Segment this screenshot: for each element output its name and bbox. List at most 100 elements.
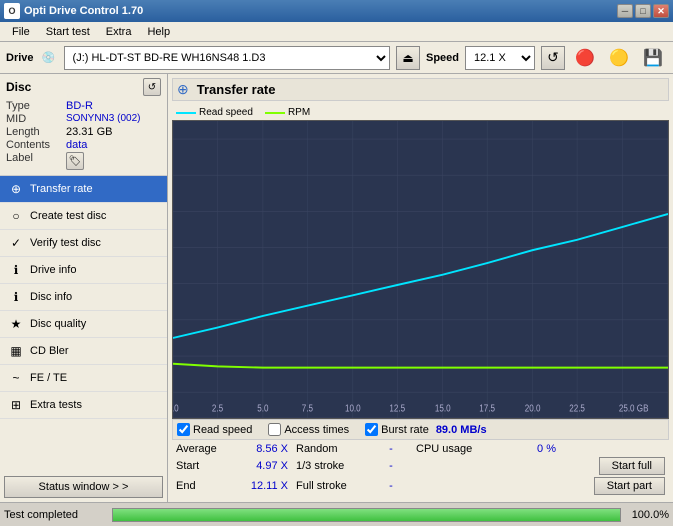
nav-item-drive-info[interactable]: ℹDrive info [0, 257, 167, 284]
nav-label-fe-te: FE / TE [30, 372, 67, 384]
progress-bar-fill [113, 509, 620, 521]
label-icon-button[interactable]: 🏷 [66, 152, 84, 170]
nav-icon-extra-tests: ⊞ [8, 397, 24, 413]
nav-icon-drive-info: ℹ [8, 262, 24, 278]
access-times-checkbox[interactable] [268, 423, 281, 436]
status-window-label: Status window > > [39, 481, 129, 493]
chart-area: ⊕ Transfer rate Read speed RPM [168, 74, 673, 502]
drive-label: Drive [6, 52, 34, 64]
nav-item-fe-te[interactable]: ~ FE / TE [0, 365, 167, 392]
speed-label: Speed [426, 52, 459, 64]
svg-text:25.0 GB: 25.0 GB [619, 403, 649, 414]
nav-icon-disc-info: ℹ [8, 289, 24, 305]
nav-icon-create-test-disc: ○ [8, 208, 24, 224]
chart-legend: Read speed RPM [172, 105, 669, 120]
chart-title: Transfer rate [197, 82, 276, 97]
save-button[interactable]: 💾 [639, 44, 667, 72]
end-label: End [176, 480, 236, 492]
avg-label: Average [176, 443, 236, 455]
mid-value: SONYNN3 (002) [66, 113, 140, 125]
cpu-value: 0 % [496, 443, 556, 455]
start-part-button[interactable]: Start part [594, 477, 665, 495]
chart-svg: 16 X 14 X 12 X 10 X 8 X 6 X 4 X 2 X 0.0 … [173, 121, 668, 418]
cpu-label: CPU usage [416, 443, 496, 455]
disc-section: Disc ↺ Type BD-R MID SONYNN3 (002) Lengt… [0, 74, 167, 176]
progress-pct: 100.0% [629, 509, 669, 521]
menu-file[interactable]: File [4, 24, 38, 40]
nav-item-transfer-rate[interactable]: ⊕Transfer rate [0, 176, 167, 203]
speed-select[interactable]: 12.1 X [465, 46, 535, 70]
maximize-button[interactable]: □ [635, 4, 651, 18]
random-value: - [366, 443, 416, 455]
drive-bar: Drive 💿 (J:) HL-DT-ST BD-RE WH16NS48 1.D… [0, 42, 673, 74]
disc-icon-btn1[interactable]: 🔴 [571, 44, 599, 72]
read-speed-checkbox[interactable] [177, 423, 190, 436]
svg-text:0.0: 0.0 [173, 403, 179, 414]
access-times-checkbox-label: Access times [284, 424, 349, 436]
window-controls: ─ □ ✕ [617, 4, 669, 18]
disc-refresh-button[interactable]: ↺ [143, 78, 161, 96]
nav-item-disc-quality[interactable]: ★Disc quality [0, 311, 167, 338]
app-title: Opti Drive Control 1.70 [24, 5, 617, 17]
contents-label: Contents [6, 139, 66, 151]
mid-label: MID [6, 113, 66, 125]
length-label: Length [6, 126, 66, 138]
burst-rate-checkbox[interactable] [365, 423, 378, 436]
nav-item-disc-info[interactable]: ℹ Disc info [0, 284, 167, 311]
nav-icon-fe-te: ~ [8, 370, 24, 386]
menu-start-test[interactable]: Start test [38, 24, 98, 40]
status-text: Test completed [4, 509, 104, 521]
drive-select[interactable]: (J:) HL-DT-ST BD-RE WH16NS48 1.D3 [64, 46, 390, 70]
nav-label-verify-test-disc: Verify test disc [30, 237, 101, 249]
menu-bar: File Start test Extra Help [0, 22, 673, 42]
start-label: Start [176, 460, 236, 472]
svg-text:17.5: 17.5 [479, 403, 495, 414]
chart-title-bar: ⊕ Transfer rate [172, 78, 669, 101]
nav-label-create-test-disc: Create test disc [30, 210, 106, 222]
burst-rate-label: Burst rate [381, 424, 429, 436]
nav-item-extra-tests[interactable]: ⊞ Extra tests [0, 392, 167, 419]
menu-extra[interactable]: Extra [98, 24, 140, 40]
sidebar: Disc ↺ Type BD-R MID SONYNN3 (002) Lengt… [0, 74, 168, 502]
nav-item-create-test-disc[interactable]: ○ Create test disc [0, 203, 167, 230]
access-times-checkbox-item[interactable]: Access times [268, 423, 349, 436]
legend-read-label: Read speed [199, 107, 253, 118]
type-value: BD-R [66, 100, 93, 112]
drive-icon: 💿 [40, 49, 58, 67]
avg-value: 8.56 X [236, 443, 296, 455]
random-label: Random [296, 443, 366, 455]
title-bar: O Opti Drive Control 1.70 ─ □ ✕ [0, 0, 673, 22]
close-button[interactable]: ✕ [653, 4, 669, 18]
length-value: 23.31 GB [66, 126, 112, 138]
nav-icon-transfer-rate: ⊕ [8, 181, 24, 197]
stats-area: Average 8.56 X Random - CPU usage 0 % St… [172, 440, 669, 498]
nav-label-disc-quality: Disc quality [30, 318, 86, 330]
legend-read-speed: Read speed [176, 107, 253, 118]
status-window-button[interactable]: Status window > > [4, 476, 163, 498]
chart-container: 16 X 14 X 12 X 10 X 8 X 6 X 4 X 2 X 0.0 … [172, 120, 669, 419]
start-value: 4.97 X [236, 460, 296, 472]
status-bar: Test completed 100.0% [0, 502, 673, 526]
start-full-button[interactable]: Start full [599, 457, 665, 475]
nav-label-extra-tests: Extra tests [30, 399, 82, 411]
minimize-button[interactable]: ─ [617, 4, 633, 18]
svg-text:10.0: 10.0 [345, 403, 361, 414]
read-speed-checkbox-item[interactable]: Read speed [177, 423, 252, 436]
end-value: 12.11 X [236, 480, 296, 492]
read-speed-checkbox-label: Read speed [193, 424, 252, 436]
eject-button[interactable]: ⏏ [396, 46, 420, 70]
nav-label-disc-info: Disc info [30, 291, 72, 303]
menu-help[interactable]: Help [139, 24, 178, 40]
full-stroke-label: Full stroke [296, 480, 366, 492]
nav-item-cd-bler[interactable]: ▦CD Bler [0, 338, 167, 365]
disc-icon-btn2[interactable]: 🟡 [605, 44, 633, 72]
nav-menu: ⊕Transfer rate ○ Create test disc ✓Verify t… [0, 176, 167, 419]
nav-item-verify-test-disc[interactable]: ✓Verify test disc [0, 230, 167, 257]
stroke-value: - [366, 460, 416, 472]
burst-value: 89.0 MB/s [436, 424, 487, 436]
refresh-button[interactable]: ↺ [541, 46, 565, 70]
burst-rate-checkbox-item[interactable]: Burst rate 89.0 MB/s [365, 423, 486, 436]
svg-text:7.5: 7.5 [302, 403, 313, 414]
app-icon: O [4, 3, 20, 19]
legend-rpm-color [265, 112, 285, 114]
